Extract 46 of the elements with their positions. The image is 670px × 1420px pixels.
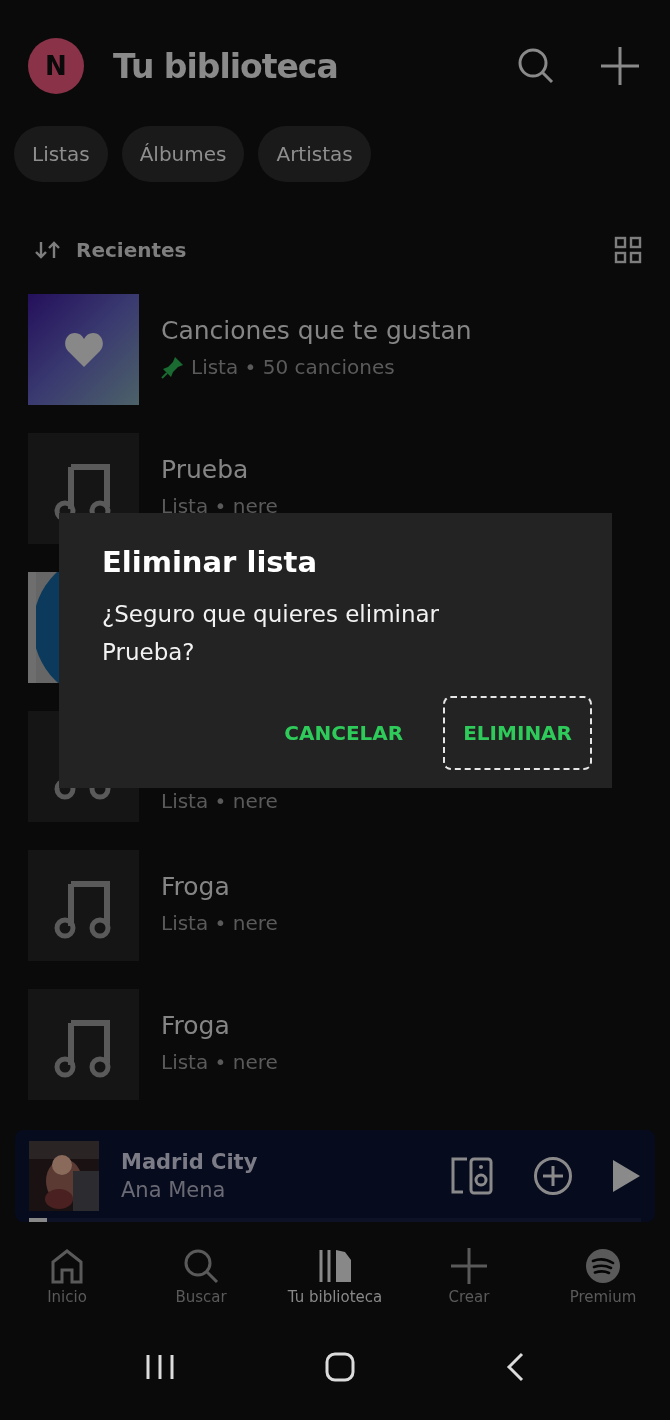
plus-icon — [451, 1248, 487, 1284]
playlist-subtitle: Lista • 50 canciones — [191, 355, 395, 379]
mini-player[interactable]: Madrid City Ana Mena — [15, 1130, 655, 1222]
filter-chip[interactable]: Listas — [14, 126, 108, 182]
dialog-message: ¿Seguro que quieres eliminar Prueba? — [102, 600, 441, 667]
page-title: Tu biblioteca — [113, 46, 338, 86]
playlist-subtitle: Lista • nere — [161, 1050, 278, 1074]
devices-icon[interactable] — [449, 1156, 495, 1196]
home-button-icon[interactable] — [325, 1352, 355, 1382]
playlist-cover[interactable] — [28, 850, 139, 961]
playlist-title: Froga — [161, 872, 231, 901]
dialog-button[interactable]: ELIMINAR — [443, 696, 592, 770]
nav-tab[interactable]: Crear — [404, 1248, 534, 1322]
playlist-subtitle: Lista • nere — [161, 494, 278, 518]
back-icon[interactable] — [505, 1352, 525, 1382]
plus-icon[interactable] — [600, 46, 640, 86]
sort-button[interactable]: Recientes — [34, 238, 187, 262]
library-icon — [317, 1248, 353, 1284]
search-icon[interactable] — [516, 46, 556, 86]
track-title: Madrid City — [121, 1150, 258, 1174]
search-icon — [183, 1248, 219, 1284]
playlist-subtitle: Lista • nere — [161, 911, 278, 935]
sort-icon — [34, 240, 62, 260]
dialog-title: Eliminar lista — [102, 545, 319, 579]
recent-apps-icon[interactable] — [145, 1354, 175, 1380]
nav-tab[interactable]: Premium — [538, 1248, 668, 1322]
filter-chip[interactable]: Álbumes — [121, 126, 245, 182]
add-circle-icon[interactable] — [533, 1156, 573, 1196]
track-artist: Ana Mena — [121, 1178, 227, 1202]
heart-icon — [63, 331, 104, 368]
nav-tab[interactable]: Inicio — [2, 1248, 132, 1322]
grid-view-icon[interactable] — [614, 236, 642, 264]
nav-tab[interactable]: Buscar — [136, 1248, 266, 1322]
playlist-title: Prueba — [161, 455, 250, 484]
nav-tab[interactable]: Tu biblioteca — [270, 1248, 400, 1322]
playlist-cover[interactable] — [28, 989, 139, 1100]
playlist-subtitle: Lista • nere — [161, 789, 278, 813]
playlist-title: Froga — [161, 1011, 231, 1040]
liked-songs-cover[interactable] — [28, 294, 139, 405]
home-icon — [49, 1248, 85, 1284]
avatar[interactable]: N — [28, 38, 84, 94]
filter-chip[interactable]: Artistas — [258, 126, 371, 182]
logo-icon — [585, 1248, 621, 1284]
playlist-title: Canciones que te gustan — [161, 316, 472, 345]
play-icon[interactable] — [611, 1159, 641, 1193]
dialog-button[interactable]: CANCELAR — [264, 696, 424, 770]
